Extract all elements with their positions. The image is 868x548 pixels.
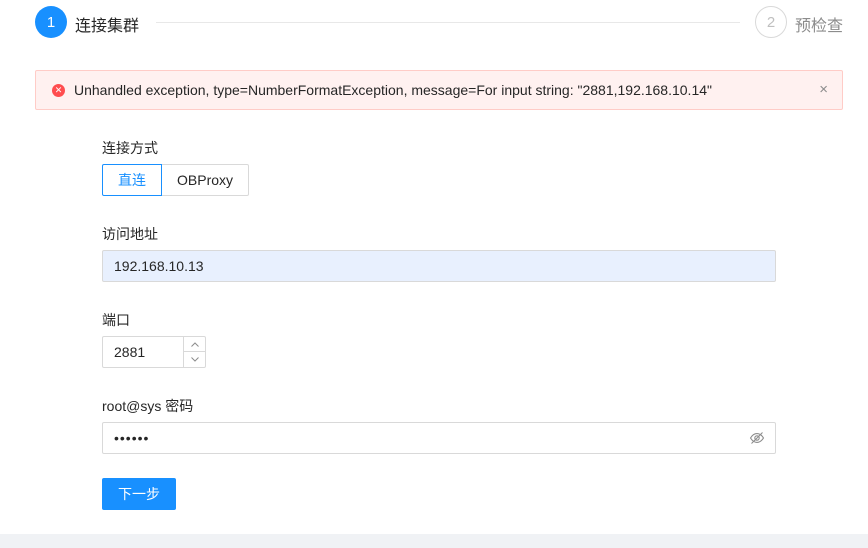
address-input[interactable]: 192.168.10.13: [102, 250, 776, 282]
port-value: 2881: [114, 344, 146, 360]
footer-band: [0, 534, 868, 548]
step-number-1: 1: [35, 6, 67, 38]
connection-mode-label: 连接方式: [102, 140, 158, 156]
next-button[interactable]: 下一步: [102, 478, 176, 510]
eye-invisible-icon[interactable]: [749, 430, 765, 446]
obproxy-button[interactable]: OBProxy: [162, 164, 250, 196]
step-divider: [156, 22, 740, 23]
password-input[interactable]: ••••••: [102, 422, 776, 454]
decrement-icon[interactable]: [184, 352, 205, 367]
port-label: 端口: [102, 312, 130, 328]
port-stepper: [183, 337, 205, 367]
port-input[interactable]: 2881: [102, 336, 206, 368]
address-label: 访问地址: [102, 226, 158, 242]
password-label: root@sys 密码: [102, 398, 194, 414]
step-number-2: 2: [755, 6, 787, 38]
error-alert: ✕ Unhandled exception, type=NumberFormat…: [35, 70, 843, 110]
step-title-1: 连接集群: [75, 18, 140, 35]
steps-header: 1 连接集群 2 预检查: [0, 0, 868, 46]
connection-mode-selector: 直连 OBProxy: [102, 164, 250, 196]
step-title-2: 预检查: [795, 18, 844, 35]
increment-icon[interactable]: [184, 337, 205, 352]
error-icon: ✕: [52, 84, 65, 97]
password-value: ••••••: [114, 430, 150, 446]
direct-connect-button[interactable]: 直连: [102, 164, 162, 196]
alert-message: Unhandled exception, type=NumberFormatEx…: [74, 82, 712, 98]
close-icon[interactable]: ×: [819, 81, 828, 99]
